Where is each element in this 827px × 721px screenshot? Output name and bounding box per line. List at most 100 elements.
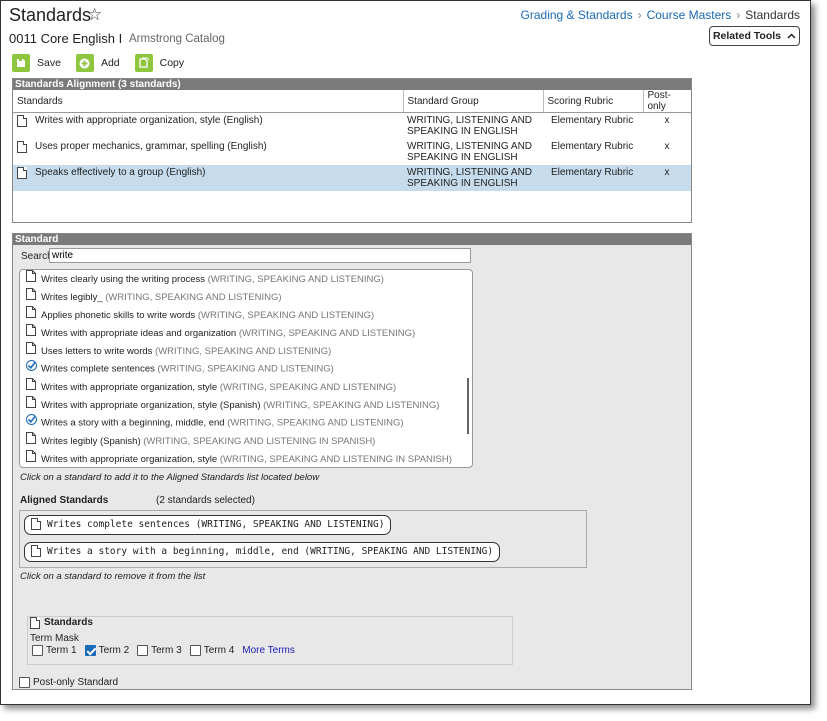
aligned-standard-pill[interactable]: Writes a story with a beginning, middle,… <box>24 542 501 562</box>
list-item[interactable]: Writes a story with a beginning, middle,… <box>20 414 472 432</box>
list-item-group: (WRITING, SPEAKING AND LISTENING) <box>207 274 384 286</box>
list-item-name: Writes a story with a beginning, middle,… <box>41 417 225 429</box>
term-label: Term 4 <box>203 645 235 656</box>
save-label: Save <box>37 57 61 69</box>
term-mask-label: Term Mask <box>30 633 79 644</box>
term-mask-box: Standards Term Mask Term 1 Term 2 Term 3… <box>27 616 513 665</box>
copy-button[interactable]: Copy <box>134 54 184 72</box>
star-icon[interactable]: ☆ <box>87 5 102 25</box>
list-item[interactable]: Writes with appropriate organization, st… <box>20 396 472 414</box>
list-item-group: (WRITING, SPEAKING AND LISTENING) <box>263 400 440 412</box>
list-item-group: (WRITING, SPEAKING AND LISTENING IN SPAN… <box>219 454 452 466</box>
checkbox[interactable] <box>19 677 30 688</box>
list-item[interactable]: Writes with appropriate organization, st… <box>20 450 472 467</box>
post-only-standard-checkbox[interactable]: Post-only Standard <box>19 677 118 688</box>
document-icon <box>30 617 40 629</box>
row-standard: Speaks effectively to a group (English) <box>35 167 206 178</box>
page-title: Standards <box>9 5 92 25</box>
copy-icon <box>134 54 153 72</box>
document-icon <box>26 288 38 307</box>
term-4-checkbox[interactable]: Term 4 <box>189 645 235 656</box>
list-item-name: Writes clearly using the writing process <box>41 274 206 286</box>
term-3-checkbox[interactable]: Term 3 <box>137 645 182 656</box>
standards-alignment-header: Standards Alignment (3 standards) <box>13 79 691 90</box>
table-row[interactable]: Writes with appropriate organization, st… <box>13 113 691 140</box>
related-tools-label: Related Tools <box>712 30 782 42</box>
list-item-name: Writes with appropriate organization, st… <box>41 454 218 466</box>
column-header-standards[interactable]: Standards <box>13 90 404 113</box>
row-group: WRITING, LISTENING AND <box>407 115 533 126</box>
list-item-group: (WRITING, SPEAKING AND LISTENING) <box>219 382 397 394</box>
app-window: Standards ☆ Grading & Standards › Course M… <box>0 0 811 705</box>
checkbox[interactable] <box>189 645 201 656</box>
course-name: 0011 Core English I <box>9 31 123 46</box>
checkbox[interactable] <box>137 645 149 656</box>
chevron-right-icon: › <box>736 8 741 22</box>
remove-standard-hint: Click on a standard to remove it from th… <box>20 571 206 582</box>
list-item-group: (WRITING, SPEAKING AND LISTENING) <box>105 292 282 304</box>
document-icon <box>26 450 38 467</box>
document-icon <box>17 141 27 153</box>
list-item-name: Applies phonetic skills to write words <box>41 310 196 322</box>
list-item[interactable]: Writes with appropriate ideas and organi… <box>20 324 472 342</box>
column-header-post-only[interactable]: Post-only <box>643 90 691 113</box>
list-item[interactable]: Writes legibly (Spanish) (WRITING, SPEAK… <box>20 432 472 450</box>
term-label: Term 1 <box>46 645 77 656</box>
aligned-standards-count: (2 standards selected) <box>156 495 255 506</box>
table-row-selected[interactable]: Speaks effectively to a group (English) … <box>13 165 691 191</box>
save-button[interactable]: Save <box>12 54 61 72</box>
chevron-right-icon: › <box>637 8 642 22</box>
row-rubric: Elementary Rubric <box>543 165 643 191</box>
document-icon <box>26 342 38 361</box>
breadcrumb-course-masters[interactable]: Course Masters <box>647 8 732 22</box>
save-icon <box>12 54 30 72</box>
table-row[interactable]: Uses proper mechanics, grammar, spelling… <box>13 139 691 165</box>
checkbox[interactable] <box>32 645 43 656</box>
aligned-standard-pill[interactable]: Writes complete sentences (WRITING, SPEA… <box>24 515 392 535</box>
aligned-standard-text: Writes complete sentences (WRITING, SPEA… <box>47 519 385 530</box>
standard-panel: Standard Search Writes clearly using the… <box>12 233 692 690</box>
list-item-name: Uses letters to write words <box>41 346 153 358</box>
list-item[interactable]: Uses letters to write words (WRITING, SP… <box>20 342 472 360</box>
add-standard-hint: Click on a standard to add it to the Ali… <box>20 472 320 483</box>
list-item-group: (WRITING, SPEAKING AND LISTENING) <box>227 417 404 429</box>
column-header-scoring-rubric[interactable]: Scoring Rubric <box>543 90 644 113</box>
catalog-name: Armstrong Catalog <box>129 33 225 45</box>
list-item-group: (WRITING, SPEAKING AND LISTENING) <box>197 310 375 322</box>
search-input[interactable] <box>49 248 471 263</box>
breadcrumb-grading-standards[interactable]: Grading & Standards <box>521 8 633 22</box>
list-item-name: Writes legibly_ <box>41 292 103 304</box>
breadcrumb-current: Standards <box>745 8 800 22</box>
add-button[interactable]: Add <box>75 54 120 72</box>
document-icon <box>31 518 41 530</box>
term-box-title: Standards <box>30 617 93 629</box>
document-icon <box>17 115 27 127</box>
standard-results-list[interactable]: Writes clearly using the writing process… <box>19 269 473 468</box>
more-terms-link[interactable]: More Terms <box>242 645 295 656</box>
column-header-standard-group[interactable]: Standard Group <box>403 90 544 113</box>
check-circle-icon <box>26 360 38 378</box>
related-tools-button[interactable]: Related Tools <box>709 26 800 46</box>
aligned-standards-label: Aligned Standards <box>20 495 109 506</box>
document-icon <box>17 167 27 179</box>
list-item-group: (WRITING, SPEAKING AND LISTENING IN SPAN… <box>143 436 376 448</box>
standard-panel-header: Standard <box>13 234 691 245</box>
list-item[interactable]: Writes with appropriate organization, st… <box>20 378 472 396</box>
term-2-checkbox[interactable]: Term 2 <box>84 645 129 656</box>
list-item[interactable]: Applies phonetic skills to write words (… <box>20 306 472 324</box>
term-label: Term 3 <box>151 645 182 656</box>
list-item[interactable]: Writes clearly using the writing process… <box>20 270 472 288</box>
document-icon <box>26 270 38 289</box>
standards-alignment-panel: Standards Alignment (3 standards) Standa… <box>12 78 692 223</box>
list-item[interactable]: Writes complete sentences (WRITING, SPEA… <box>20 360 472 378</box>
document-icon <box>26 324 38 343</box>
document-icon <box>26 306 38 325</box>
term-1-checkbox[interactable]: Term 1 <box>32 645 77 656</box>
list-item[interactable]: Writes legibly_ (WRITING, SPEAKING AND L… <box>20 288 472 306</box>
checkbox-checked[interactable] <box>84 645 96 656</box>
row-rubric: Elementary Rubric <box>551 141 634 152</box>
document-icon <box>26 432 38 451</box>
document-icon <box>26 378 38 397</box>
scrollbar-thumb[interactable] <box>467 378 469 434</box>
aligned-standard-text: Writes a story with a beginning, middle,… <box>47 546 494 557</box>
